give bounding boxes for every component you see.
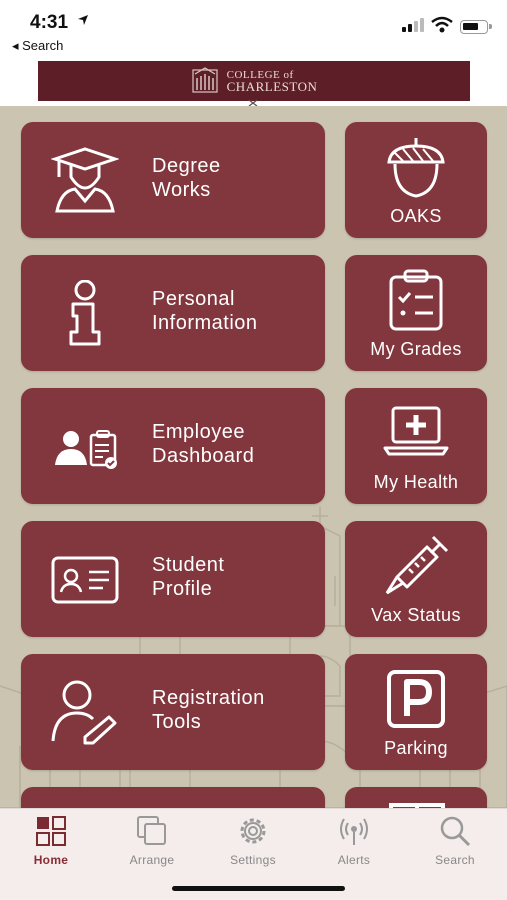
broadcast-icon xyxy=(340,818,368,845)
tab-home[interactable]: Home xyxy=(11,815,91,871)
tile-label: Degree Works xyxy=(152,155,221,201)
tab-label: Search xyxy=(435,853,475,867)
parking-icon xyxy=(387,670,445,728)
tile-label: My Health xyxy=(373,472,459,492)
tab-label: Alerts xyxy=(337,853,371,867)
tile-my-health[interactable]: My Health xyxy=(345,388,487,504)
header-area: COLLEGE of CHARLESTON xyxy=(0,58,507,107)
tile-partially-hidden[interactable] xyxy=(21,787,325,808)
tile-my-grades[interactable]: My Grades xyxy=(345,255,487,371)
wifi-icon xyxy=(431,16,453,33)
tile-parking[interactable]: Parking xyxy=(345,654,487,770)
tab-label: Arrange xyxy=(129,853,175,867)
tile-label: Vax Status xyxy=(371,605,461,625)
laptop-medical-icon xyxy=(383,406,449,456)
graduate-icon xyxy=(51,147,119,213)
tile-personal-information[interactable]: Personal Information xyxy=(21,255,325,371)
tile-label: OAKS xyxy=(390,206,442,226)
tab-label: Settings xyxy=(230,853,276,867)
battery-icon xyxy=(460,20,492,34)
tile-partially-hidden-small[interactable] xyxy=(345,787,487,808)
college-banner[interactable]: COLLEGE of CHARLESTON xyxy=(38,61,470,101)
tab-arrange[interactable]: Arrange xyxy=(112,815,192,871)
tab-label: Home xyxy=(33,853,69,867)
grid-icon xyxy=(36,816,66,846)
main-tile-grid[interactable]: Degree Works OAKS Personal Information M… xyxy=(0,106,507,808)
tile-registration-tools[interactable]: Registration Tools xyxy=(21,654,325,770)
tile-student-profile[interactable]: Student Profile xyxy=(21,521,325,637)
id-card-icon xyxy=(51,556,119,604)
search-icon xyxy=(440,816,471,847)
acorn-icon xyxy=(387,138,445,198)
stack-icon xyxy=(137,816,166,845)
partial-icon xyxy=(389,803,445,808)
status-bar: 4:31 ◂ Search xyxy=(0,0,507,58)
employee-clipboard-icon xyxy=(55,430,117,469)
home-indicator[interactable] xyxy=(172,886,345,891)
clipboard-checklist-icon xyxy=(389,269,443,331)
tile-label: Employee Dashboard xyxy=(152,421,255,467)
tile-oaks[interactable]: OAKS xyxy=(345,122,487,238)
info-icon xyxy=(69,280,101,346)
back-to-search-link[interactable]: ◂ Search xyxy=(12,38,63,54)
tile-degree-works[interactable]: Degree Works xyxy=(21,122,325,238)
tile-vax-status[interactable]: Vax Status xyxy=(345,521,487,637)
status-time: 4:31 xyxy=(30,12,69,33)
brand-line-2: CHARLESTON xyxy=(226,79,318,94)
tab-search[interactable]: Search xyxy=(415,815,495,871)
tile-label: My Grades xyxy=(370,339,462,359)
college-wordmark: COLLEGE of CHARLESTON xyxy=(226,70,318,94)
tile-label: Registration Tools xyxy=(152,687,265,733)
gear-icon xyxy=(240,818,266,844)
college-seal-icon xyxy=(192,67,218,93)
cellular-signal-icon xyxy=(402,18,424,32)
tab-alerts[interactable]: Alerts xyxy=(314,815,394,871)
location-arrow-icon xyxy=(78,15,88,25)
tab-settings[interactable]: Settings xyxy=(213,815,293,871)
syringe-icon xyxy=(385,535,449,595)
tile-employee-dashboard[interactable]: Employee Dashboard xyxy=(21,388,325,504)
tile-label: Student Profile xyxy=(152,554,225,600)
user-edit-icon xyxy=(51,680,117,745)
tile-label: Personal Information xyxy=(152,288,258,334)
tile-label: Parking xyxy=(384,738,448,758)
